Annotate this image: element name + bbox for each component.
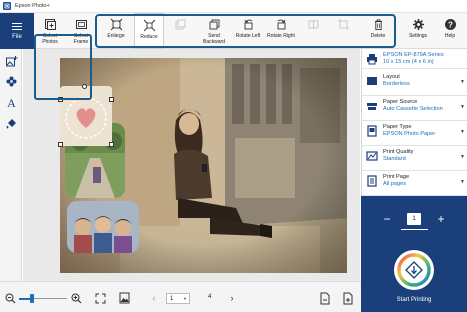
paper-size: 10 x 15 cm (4 x 6 in) bbox=[383, 59, 434, 65]
previous-page-button[interactable]: ‹ bbox=[149, 292, 159, 304]
layout-selector[interactable]: Layout Borderless ▼ bbox=[362, 71, 467, 96]
zoom-out-icon bbox=[5, 293, 15, 303]
add-page-icon bbox=[343, 292, 353, 304]
delete-page-icon bbox=[320, 292, 330, 304]
print-page-selector[interactable]: Print Page All pages ▼ bbox=[362, 171, 467, 196]
paper-type-label: Paper Type bbox=[383, 124, 412, 130]
paper-type-icon bbox=[365, 124, 379, 138]
chevron-down-icon: ▼ bbox=[460, 179, 465, 185]
quantity-stepper: − 1 + bbox=[361, 212, 467, 226]
title-bar: Epson Photo+ bbox=[0, 0, 467, 13]
flower-icon bbox=[6, 76, 16, 86]
paper-type-selector[interactable]: Paper Type EPSON Photo Paper ▼ bbox=[362, 121, 467, 146]
app-title: Epson Photo+ bbox=[15, 3, 50, 9]
printer-selector[interactable]: EPSON EP-879A Series 10 x 15 cm (4 x 6 i… bbox=[362, 49, 467, 69]
decrease-quantity-button[interactable]: − bbox=[381, 213, 393, 225]
print-area: − 1 + Start Printing bbox=[361, 196, 467, 312]
settings-button[interactable]: Settings bbox=[404, 13, 432, 49]
app-logo-icon bbox=[3, 2, 11, 10]
help-button[interactable]: ? Help bbox=[436, 13, 464, 49]
paper-source-label: Paper Source bbox=[383, 99, 418, 105]
help-label: Help bbox=[444, 33, 456, 39]
stamp-button[interactable] bbox=[3, 73, 19, 89]
delete-page-button[interactable] bbox=[319, 291, 331, 305]
gear-icon bbox=[411, 17, 425, 31]
print-page-icon bbox=[365, 174, 379, 188]
layout-icon bbox=[365, 74, 379, 88]
print-page-label: Print Page bbox=[383, 174, 410, 180]
resize-handle-bottom-left[interactable] bbox=[58, 142, 63, 147]
print-quality-value: Standard bbox=[383, 156, 406, 162]
start-printing-label: Start Printing bbox=[396, 297, 432, 303]
kids-scene bbox=[67, 201, 139, 253]
menu-icon bbox=[12, 22, 22, 31]
resize-handle-bottom-right[interactable] bbox=[109, 142, 114, 147]
image-icon bbox=[119, 292, 129, 303]
chevron-left-icon: ‹ bbox=[152, 293, 156, 303]
print-quality-selector[interactable]: Print Quality Standard ▼ bbox=[362, 146, 467, 171]
zoom-in-button[interactable] bbox=[70, 292, 82, 304]
bottom-bar: ‹ 1 ▼ 4 › bbox=[0, 281, 361, 312]
next-page-button[interactable]: › bbox=[227, 292, 237, 304]
paint-button[interactable] bbox=[3, 115, 19, 131]
quantity-field[interactable]: 1 bbox=[407, 213, 421, 225]
chevron-down-icon: ▼ bbox=[460, 79, 465, 85]
zoom-in-icon bbox=[71, 293, 81, 303]
increase-quantity-button[interactable]: + bbox=[435, 213, 447, 225]
svg-text:A: A bbox=[7, 96, 16, 109]
paper-source-icon bbox=[365, 99, 379, 113]
zoom-out-button[interactable] bbox=[4, 292, 16, 304]
paper-source-selector[interactable]: Paper Source Auto Cassette Selection ▼ bbox=[362, 96, 467, 121]
zoom-slider-handle[interactable] bbox=[30, 294, 35, 303]
fit-screen-icon bbox=[95, 293, 105, 303]
toolbar-highlight bbox=[95, 14, 396, 48]
svg-text:?: ? bbox=[448, 20, 453, 29]
chevron-down-icon: ▼ bbox=[183, 296, 187, 301]
help-icon: ? bbox=[443, 17, 457, 31]
file-button[interactable]: File bbox=[0, 13, 34, 49]
select-photos-icon bbox=[43, 17, 57, 31]
printer-name: EPSON EP-879A Series bbox=[383, 52, 444, 58]
settings-label: Settings bbox=[408, 33, 428, 39]
text-button[interactable]: A bbox=[3, 94, 19, 110]
page-select[interactable]: 1 ▼ bbox=[166, 293, 190, 304]
print-quality-label: Print Quality bbox=[383, 149, 414, 155]
chevron-right-icon: › bbox=[230, 293, 234, 303]
text-icon: A bbox=[7, 96, 16, 109]
printer-icon bbox=[365, 52, 379, 66]
paper-source-value: Auto Cassette Selection bbox=[383, 106, 443, 112]
frame-icon bbox=[74, 17, 88, 31]
paint-bucket-icon bbox=[6, 118, 16, 128]
chevron-down-icon: ▼ bbox=[460, 104, 465, 110]
add-image-button[interactable] bbox=[3, 53, 19, 69]
chevron-down-icon: ▼ bbox=[460, 129, 465, 135]
selection-highlight bbox=[34, 34, 92, 100]
image-view-button[interactable] bbox=[118, 291, 130, 304]
start-printing-button[interactable] bbox=[394, 250, 434, 290]
total-pages: 4 bbox=[208, 294, 212, 300]
quantity-underline bbox=[401, 229, 428, 230]
layout-label: Layout bbox=[383, 74, 400, 80]
print-page-value: All pages bbox=[383, 181, 407, 187]
file-label: File bbox=[12, 33, 22, 40]
layout-value: Borderless bbox=[383, 81, 410, 87]
print-quality-icon bbox=[365, 149, 379, 163]
fit-to-window-button[interactable] bbox=[94, 292, 106, 304]
current-page: 1 bbox=[170, 295, 174, 302]
add-page-button[interactable] bbox=[342, 291, 354, 305]
left-tool-strip: A bbox=[0, 49, 22, 281]
print-icon bbox=[397, 253, 431, 287]
paper-type-value: EPSON Photo Paper bbox=[383, 131, 436, 137]
chevron-down-icon: ▼ bbox=[460, 154, 465, 160]
kids-photo[interactable] bbox=[67, 201, 139, 253]
resize-handle-top-right[interactable] bbox=[109, 97, 114, 102]
add-image-icon bbox=[5, 55, 17, 66]
